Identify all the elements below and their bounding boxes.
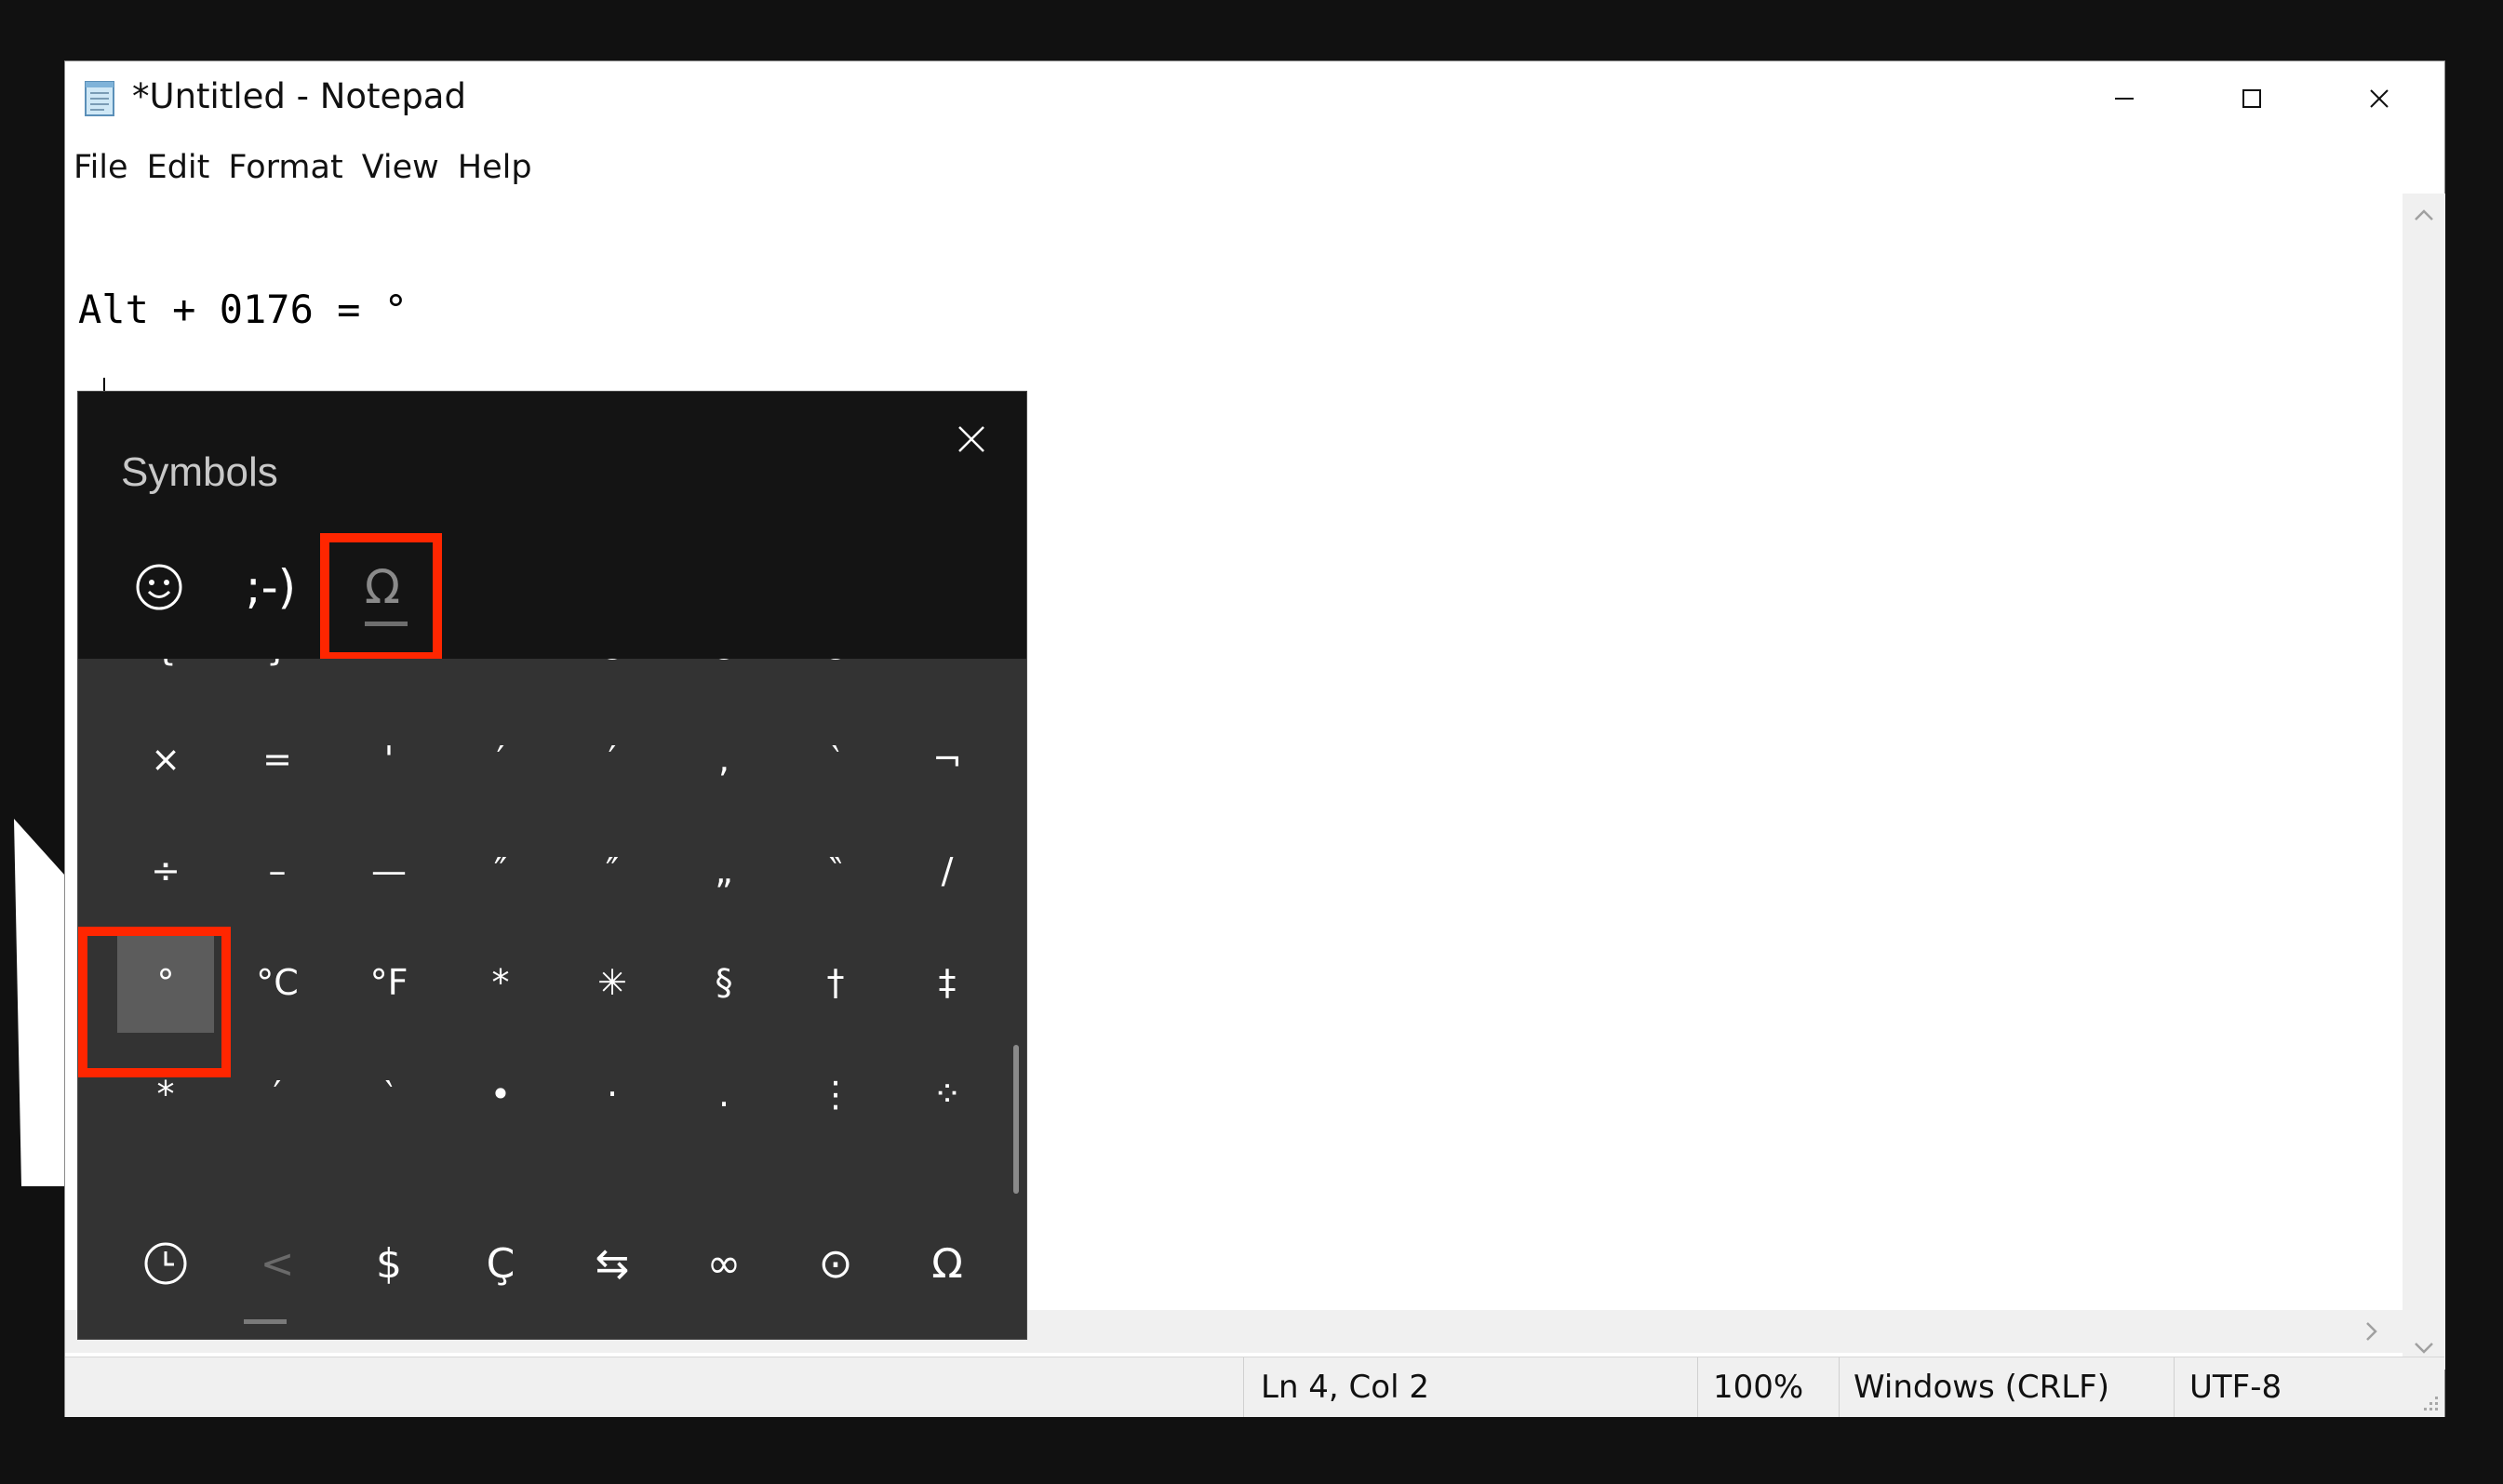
- encoding: UTF-8: [2174, 1357, 2443, 1417]
- menu-view[interactable]: View: [353, 143, 448, 199]
- tab-emoji[interactable]: [106, 531, 212, 643]
- symbol-cell[interactable]: ™: [891, 659, 1003, 703]
- category-currency[interactable]: $: [333, 1208, 445, 1319]
- background-shape: [14, 819, 64, 1186]
- close-icon: [958, 426, 984, 452]
- symbol-cell[interactable]: °C: [221, 927, 333, 1038]
- title-bar[interactable]: *Untitled - Notepad: [65, 61, 2444, 136]
- maximize-button[interactable]: [2188, 61, 2315, 136]
- scroll-right-icon[interactable]: [2350, 1310, 2393, 1353]
- symbol-cell[interactable]: ÷: [110, 815, 221, 927]
- scroll-up-icon[interactable]: [2403, 194, 2445, 236]
- panel-title: Symbols: [121, 449, 278, 495]
- symbol-cell[interactable]: .: [668, 1038, 780, 1150]
- symbol-cell[interactable]: ″: [556, 815, 668, 927]
- resize-grip-icon[interactable]: [2418, 1391, 2441, 1413]
- symbol-cell[interactable]: –: [221, 815, 333, 927]
- symbol-category-bar: < $ Ç ⇆ ∞ ⊙ Ω: [78, 1208, 1026, 1339]
- cursor-position: Ln 4, Col 2: [1243, 1357, 1697, 1417]
- symbol-cell[interactable]: •: [445, 1038, 556, 1150]
- symbol-cell[interactable]: ′: [445, 703, 556, 815]
- minimize-button[interactable]: [2060, 61, 2188, 136]
- symbol-cell[interactable]: «: [333, 659, 445, 703]
- symbol-cell[interactable]: *: [445, 927, 556, 1038]
- symbol-cell[interactable]: °F: [333, 927, 445, 1038]
- category-arrows[interactable]: ⇆: [556, 1208, 668, 1319]
- symbol-cell[interactable]: ″: [445, 815, 556, 927]
- menu-format[interactable]: Format: [219, 143, 352, 199]
- symbol-grid-area: {}«»©®℗™×='′′,‵¬÷–—″″„‶/°°C°F*✳§†‡*′‵•·.…: [78, 659, 1026, 1208]
- category-math[interactable]: ∞: [668, 1208, 780, 1319]
- menu-bar: File Edit Format View Help: [65, 143, 542, 199]
- symbol-cell[interactable]: ·: [556, 1038, 668, 1150]
- symbol-cell[interactable]: ′: [556, 703, 668, 815]
- symbol-cell[interactable]: ¬: [891, 703, 1003, 815]
- symbol-cell[interactable]: ©: [556, 659, 668, 703]
- symbol-cell[interactable]: ×: [110, 703, 221, 815]
- symbol-cell[interactable]: ′: [221, 1038, 333, 1150]
- category-geometric[interactable]: ⊙: [780, 1208, 891, 1319]
- symbol-cell[interactable]: }: [221, 659, 333, 703]
- symbol-cell[interactable]: ‶: [780, 815, 891, 927]
- symbol-cell[interactable]: —: [333, 815, 445, 927]
- zoom-level: 100%: [1697, 1357, 1839, 1417]
- symbol-cell[interactable]: /: [891, 815, 1003, 927]
- symbols-panel: Symbols ;-) Ω {}«»©®℗™×='′′,‵¬÷–—″″„‶/°°…: [77, 391, 1027, 1340]
- symbol-cell[interactable]: =: [221, 703, 333, 815]
- symbol-cell[interactable]: §: [668, 927, 780, 1038]
- window-title: *Untitled - Notepad: [132, 76, 466, 116]
- minimize-icon: [2114, 98, 2134, 100]
- symbol-cell[interactable]: {: [110, 659, 221, 703]
- maximize-icon: [2242, 89, 2261, 108]
- vertical-scrollbar[interactable]: [2403, 194, 2445, 1370]
- tab-kaomoji[interactable]: ;-): [218, 531, 324, 643]
- symbol-cell[interactable]: °: [117, 932, 214, 1033]
- symbol-cell[interactable]: *: [110, 1038, 221, 1150]
- menu-file[interactable]: File: [65, 143, 138, 199]
- close-button[interactable]: [2315, 61, 2443, 136]
- symbol-cell[interactable]: ‵: [333, 1038, 445, 1150]
- menu-help[interactable]: Help: [448, 143, 542, 199]
- selected-tab-indicator: [365, 622, 408, 626]
- symbol-cell[interactable]: ‵: [780, 703, 891, 815]
- symbol-cell[interactable]: ✳: [556, 927, 668, 1038]
- symbol-cell[interactable]: ': [333, 703, 445, 815]
- smiley-icon: [136, 564, 182, 610]
- close-icon: [2369, 89, 2389, 108]
- line-endings: Windows (CRLF): [1839, 1357, 2174, 1417]
- symbol-cell[interactable]: †: [780, 927, 891, 1038]
- notepad-icon: [85, 81, 114, 116]
- clock-icon: [144, 1242, 187, 1285]
- symbol-cell[interactable]: ⋮: [780, 1038, 891, 1150]
- symbol-cell[interactable]: ,: [668, 703, 780, 815]
- category-latin[interactable]: Ç: [445, 1208, 556, 1319]
- symbol-cell[interactable]: ‡: [891, 927, 1003, 1038]
- symbol-cell[interactable]: ℗: [780, 659, 891, 703]
- category-language[interactable]: Ω: [891, 1208, 1003, 1319]
- status-bar: Ln 4, Col 2 100% Windows (CRLF) UTF-8: [65, 1357, 2444, 1417]
- omega-icon: Ω: [364, 560, 401, 614]
- category-punctuation[interactable]: <: [221, 1208, 333, 1319]
- symbol-grid: {}«»©®℗™×='′′,‵¬÷–—″″„‶/°°C°F*✳§†‡*′‵•·.…: [110, 659, 1003, 1150]
- menu-edit[interactable]: Edit: [138, 143, 220, 199]
- symbol-cell[interactable]: »: [445, 659, 556, 703]
- symbol-cell[interactable]: „: [668, 815, 780, 927]
- grid-scrollbar-thumb[interactable]: [1013, 1045, 1019, 1194]
- category-recent[interactable]: [110, 1208, 221, 1319]
- editor-line: Alt + 0176 = °: [78, 287, 408, 332]
- panel-close-button[interactable]: [948, 416, 995, 462]
- symbol-cell[interactable]: ®: [668, 659, 780, 703]
- symbol-cell[interactable]: ⁘: [891, 1038, 1003, 1150]
- selected-category-indicator: [244, 1319, 287, 1324]
- tab-symbols[interactable]: Ω: [329, 531, 435, 643]
